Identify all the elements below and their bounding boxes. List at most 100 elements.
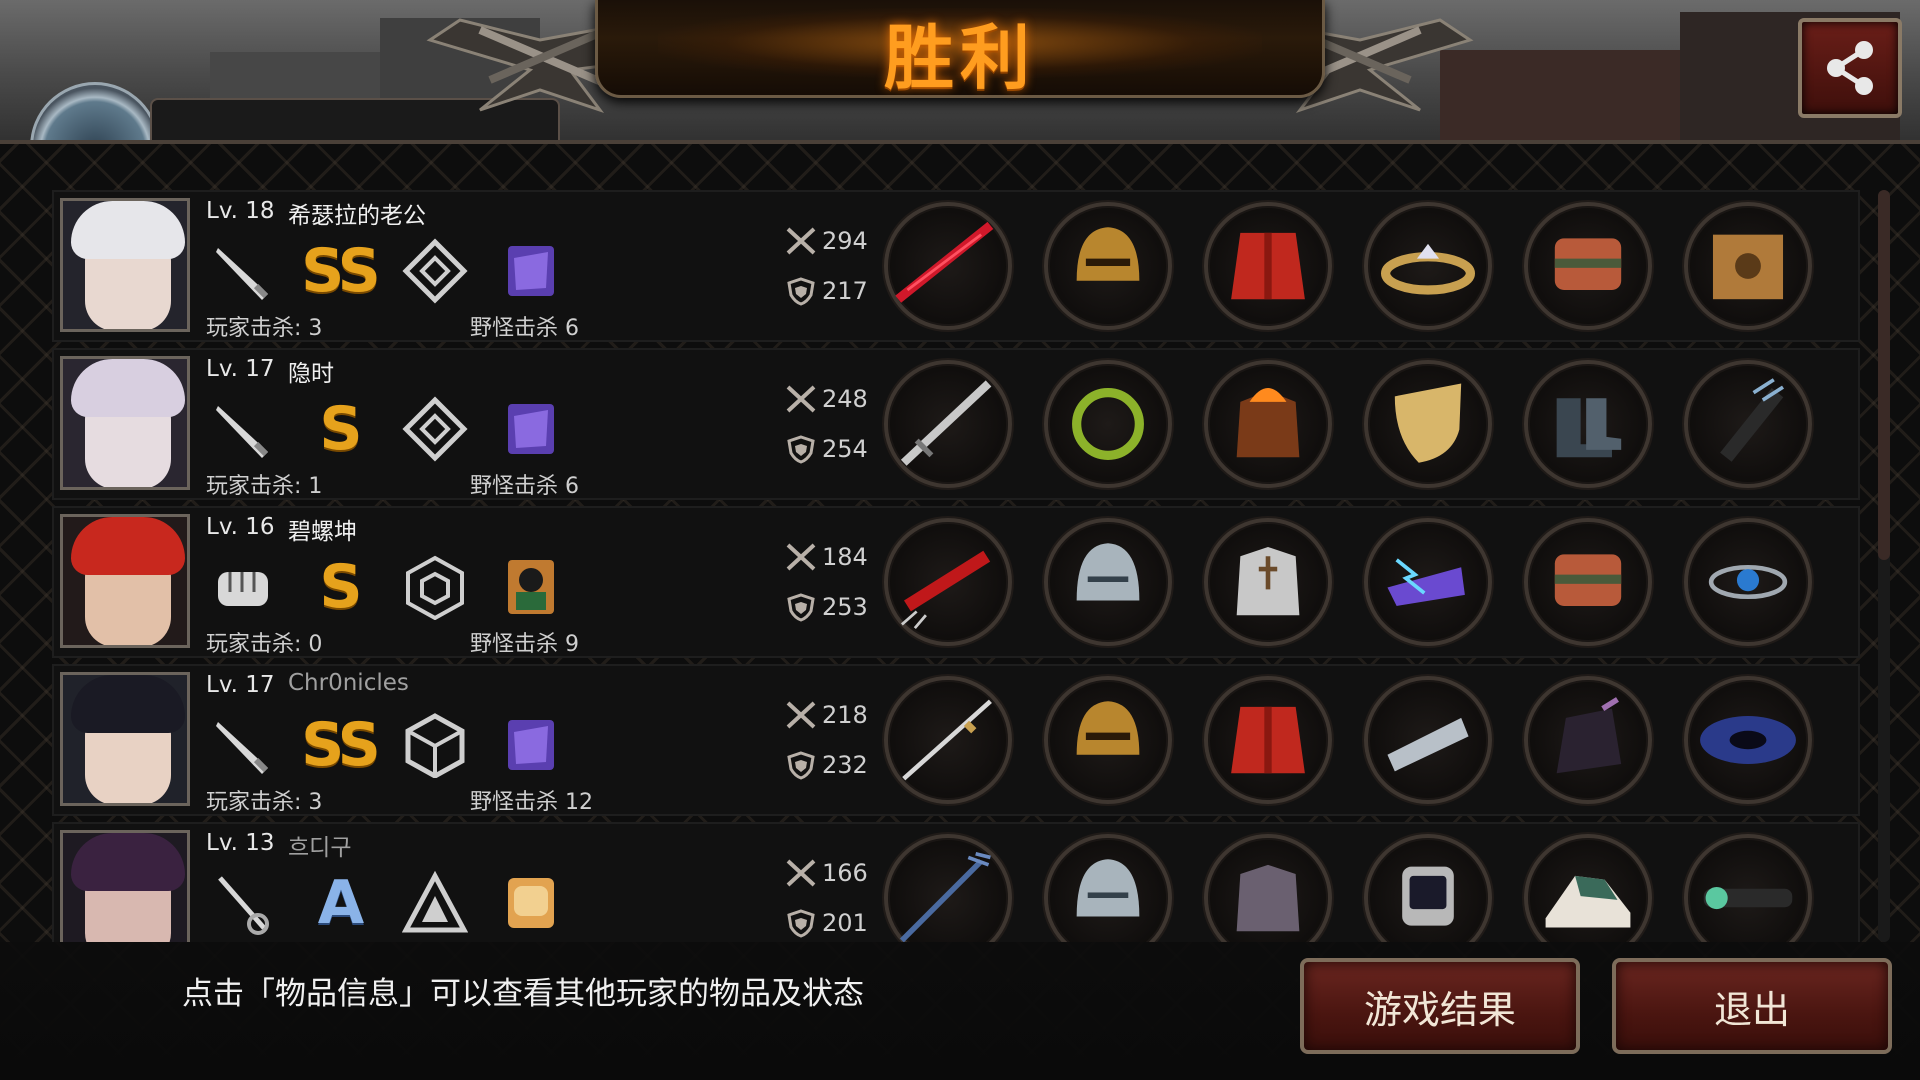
diamond-rank-icon — [396, 234, 474, 308]
sapphire-bracelet-icon — [1708, 564, 1788, 600]
quiver-icon — [1720, 378, 1785, 462]
equipment-slot[interactable] — [884, 518, 1012, 646]
equipment-slot[interactable] — [1684, 518, 1812, 646]
monster-kills: 野怪击杀 12 — [470, 790, 593, 815]
crimson-blade-icon — [895, 221, 994, 303]
equipment-slot[interactable] — [1364, 834, 1492, 942]
equipment-slot[interactable] — [1684, 676, 1812, 804]
equipment-slot[interactable] — [1684, 202, 1812, 330]
player-name: 碧螺坤 — [288, 519, 357, 545]
equipment-slot[interactable] — [1524, 518, 1652, 646]
equipment-slot[interactable] — [1204, 360, 1332, 488]
red-jacket-icon — [1231, 706, 1305, 774]
player-name: 隐时 — [288, 361, 334, 387]
shield-icon — [784, 908, 818, 938]
equipment-slot[interactable] — [884, 834, 1012, 942]
crossed-swords-icon — [784, 700, 818, 730]
tiara-icon — [1380, 243, 1476, 295]
player-row[interactable]: Lv. 18 希瑟拉的老公 SS 玩家击杀: 3 野怪击杀 6 294 217 — [52, 190, 1860, 342]
share-button[interactable] — [1798, 18, 1902, 118]
dark-armor-icon — [1236, 864, 1300, 932]
exit-button[interactable]: 退出 — [1612, 958, 1892, 1054]
attack-stat: 184 — [784, 542, 868, 572]
equipment-slot[interactable] — [1044, 360, 1172, 488]
defense-value: 254 — [822, 435, 868, 463]
equipment-slot[interactable] — [1684, 834, 1812, 942]
game-results-button[interactable]: 游戏结果 — [1300, 958, 1580, 1054]
player-grade: A — [317, 868, 364, 938]
knife-icon — [204, 392, 282, 466]
equipment-slot[interactable] — [1204, 834, 1332, 942]
share-icon — [1827, 41, 1873, 95]
monster-kills: 野怪击杀 9 — [470, 632, 579, 657]
flame-armor-icon — [1236, 388, 1300, 458]
equipment-slot[interactable] — [1524, 202, 1652, 330]
player-row[interactable]: Lv. 13 흐디구 A 166 201 — [52, 822, 1860, 942]
attack-stat: 294 — [784, 226, 868, 256]
player-row[interactable]: Lv. 17 隐时 S 玩家击杀: 1 野怪击杀 6 248 254 — [52, 348, 1860, 500]
scrollbar[interactable] — [1878, 190, 1890, 942]
equipment-slot[interactable] — [1204, 676, 1332, 804]
equipment-slot[interactable] — [1364, 518, 1492, 646]
player-row[interactable]: Lv. 16 碧螺坤 S 玩家击杀: 0 野怪击杀 9 184 253 — [52, 506, 1860, 658]
equipment-slot[interactable] — [1044, 676, 1172, 804]
equipment-slot[interactable] — [1044, 834, 1172, 942]
purple-creature-icon — [492, 708, 570, 782]
title-plate: 胜利 — [595, 0, 1325, 99]
equipment-slot[interactable] — [1204, 518, 1332, 646]
shield-icon — [784, 434, 818, 464]
crossed-swords-icon — [784, 384, 818, 414]
equipment-slot[interactable] — [884, 360, 1012, 488]
equipment-slot[interactable] — [1524, 360, 1652, 488]
knife-icon — [204, 234, 282, 308]
attack-value: 166 — [822, 859, 868, 887]
gold-helmet-icon — [1076, 227, 1140, 281]
player-avatar[interactable] — [60, 356, 190, 490]
equipment-slot[interactable] — [884, 202, 1012, 330]
player-name: 흐디구 — [288, 835, 352, 861]
player-avatar[interactable] — [60, 198, 190, 332]
player-avatar[interactable] — [60, 514, 190, 648]
attack-stat: 248 — [784, 384, 868, 414]
equipment-slot[interactable] — [1524, 676, 1652, 804]
player-avatar[interactable] — [60, 672, 190, 806]
player-kills: 玩家击杀: 1 — [206, 474, 323, 499]
hexagon-rank-icon — [396, 550, 474, 624]
player-grade: S — [319, 394, 362, 464]
player-level: Lv. 18 — [206, 198, 275, 224]
equipment-slot[interactable] — [1204, 202, 1332, 330]
equipment-slot[interactable] — [1684, 360, 1812, 488]
shield-icon — [784, 750, 818, 780]
player-list[interactable]: Lv. 18 希瑟拉的老公 SS 玩家击杀: 3 野怪击杀 6 294 217 Lv. 17 隐… — [52, 190, 1860, 942]
player-row[interactable]: Lv. 17 Chr0nicles SS 玩家击杀: 3 野怪击杀 12 218 232 — [52, 664, 1860, 816]
equipment-slot[interactable] — [1364, 676, 1492, 804]
smartwatch-icon — [1402, 866, 1454, 926]
equipment-slot[interactable] — [884, 676, 1012, 804]
player-name: 希瑟拉的老公 — [288, 203, 426, 229]
attack-value: 184 — [822, 543, 868, 571]
gold-shield-icon — [1394, 383, 1462, 463]
hint-text: 点击「物品信息」可以查看其他玩家的物品及状态 — [182, 976, 864, 1012]
monster-kills: 野怪击杀 6 — [470, 474, 579, 499]
equipment-slot[interactable] — [1044, 518, 1172, 646]
equipment-slot[interactable] — [1364, 202, 1492, 330]
attack-value: 294 — [822, 227, 868, 255]
boots-icon — [1556, 398, 1622, 458]
attack-stat: 218 — [784, 700, 868, 730]
katana-icon — [902, 699, 992, 781]
gauntlet-icon — [1554, 554, 1622, 606]
equipment-slot[interactable] — [1524, 834, 1652, 942]
fist-icon — [204, 550, 282, 624]
equipment-slot[interactable] — [1044, 202, 1172, 330]
player-level: Lv. 17 — [206, 356, 275, 382]
defense-value: 232 — [822, 751, 868, 779]
sneaker-icon — [1545, 875, 1631, 928]
monster-kills: 野怪击杀 6 — [470, 316, 579, 341]
equipment-slot[interactable] — [1364, 360, 1492, 488]
attack-stat: 166 — [784, 858, 868, 888]
defense-stat: 201 — [784, 908, 868, 938]
defense-stat: 217 — [784, 276, 868, 306]
player-avatar[interactable] — [60, 830, 190, 942]
scroll-thumb[interactable] — [1878, 190, 1890, 560]
player-level: Lv. 17 — [206, 672, 275, 698]
